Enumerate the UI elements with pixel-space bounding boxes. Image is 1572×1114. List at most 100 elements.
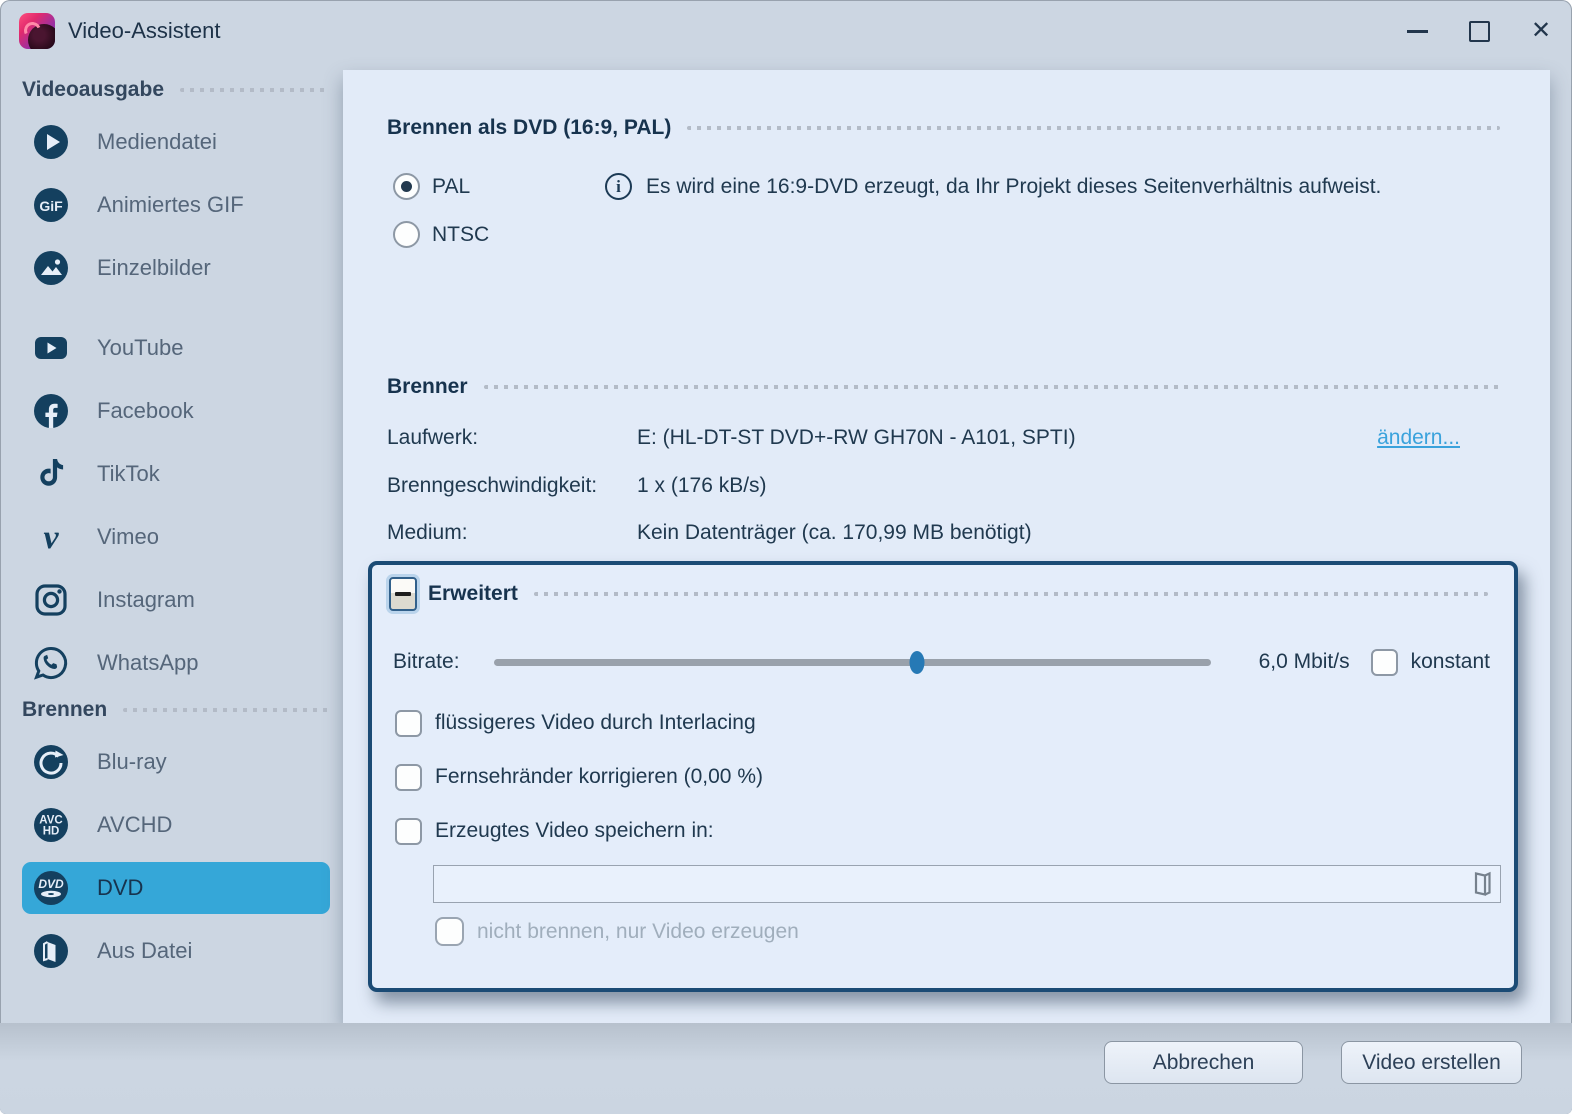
burner-section-header: Brenner — [387, 375, 1500, 399]
svg-text:GiF: GiF — [39, 198, 63, 214]
aspect-info: i Es wird eine 16:9-DVD erzeugt, da Ihr … — [605, 173, 1381, 200]
sidebar-item-label: DVD — [97, 875, 143, 901]
sidebar-item-label: AVCHD — [97, 812, 172, 838]
avchd-icon: AVCHD — [32, 806, 70, 844]
minimize-icon — [1407, 30, 1428, 33]
interlacing-option-row: flüssigeres Video durch Interlacing — [395, 696, 1490, 750]
sidebar-item-dvd[interactable]: DVD DVD — [22, 862, 330, 914]
sidebar-item-instagram[interactable]: Instagram — [0, 568, 343, 631]
tv-borders-option-row: Fernsehränder korrigieren (0,00 %) — [395, 750, 1490, 804]
create-video-button[interactable]: Video erstellen — [1341, 1041, 1522, 1084]
maximize-button[interactable] — [1448, 0, 1510, 62]
no-burn-label: nicht brennen, nur Video erzeugen — [477, 920, 799, 944]
sidebar-item-label: WhatsApp — [97, 650, 199, 676]
sidebar-item-label: Mediendatei — [97, 129, 217, 155]
slider-track[interactable] — [494, 659, 1211, 666]
info-text: Es wird eine 16:9-DVD erzeugt, da Ihr Pr… — [646, 175, 1381, 199]
constant-checkbox[interactable] — [1371, 649, 1398, 676]
sidebar-item-tiktok[interactable]: TikTok — [0, 442, 343, 505]
bitrate-row: Bitrate: 6,0 Mbit/s konstant — [393, 643, 1490, 681]
sidebar-item-label: Blu-ray — [97, 749, 167, 775]
svg-text:HD: HD — [43, 825, 60, 837]
dotted-divider — [687, 126, 1500, 130]
constant-label: konstant — [1411, 650, 1490, 674]
bitrate-slider[interactable] — [494, 643, 1211, 681]
tiktok-icon — [32, 455, 70, 493]
save-video-option-row: Erzeugtes Video speichern in: — [395, 804, 1490, 858]
no-burn-checkbox[interactable] — [435, 917, 464, 946]
youtube-icon — [32, 329, 70, 367]
minus-icon — [395, 592, 411, 596]
sidebar-item-label: TikTok — [97, 461, 160, 487]
collapse-button[interactable] — [389, 577, 417, 611]
advanced-panel: Erweitert Bitrate: 6,0 Mbit/s konstant f… — [368, 561, 1518, 992]
sidebar-item-label: Aus Datei — [97, 938, 192, 964]
sidebar-item-label: YouTube — [97, 335, 183, 361]
close-icon: ✕ — [1531, 19, 1551, 43]
window-title: Video-Assistent — [68, 18, 220, 44]
sidebar-item-label: Instagram — [97, 587, 195, 613]
titlebar: Video-Assistent ✕ — [0, 0, 1572, 62]
info-icon: i — [605, 173, 632, 200]
app-logo-icon — [19, 13, 55, 49]
sidebar-item-einzelbilder[interactable]: Einzelbilder — [0, 236, 343, 299]
sidebar-item-label: Einzelbilder — [97, 255, 211, 281]
medium-label: Medium: — [387, 521, 637, 545]
sidebar-item-mediendatei[interactable]: Mediendatei — [0, 110, 343, 173]
browse-folder-icon[interactable] — [1467, 869, 1497, 899]
media-play-icon — [32, 123, 70, 161]
ntsc-radio[interactable] — [393, 221, 420, 248]
change-drive-link[interactable]: ändern... — [1377, 426, 1460, 450]
gif-icon: GiF — [32, 186, 70, 224]
tv-borders-label: Fernsehränder korrigieren (0,00 %) — [435, 765, 763, 789]
cancel-button[interactable]: Abbrechen — [1104, 1041, 1303, 1084]
interlacing-checkbox[interactable] — [395, 710, 422, 737]
sidebar-item-aus-datei[interactable]: Aus Datei — [0, 919, 343, 982]
ntsc-radio-row: NTSC — [393, 221, 489, 248]
save-video-label: Erzeugtes Video speichern in: — [435, 819, 714, 843]
close-button[interactable]: ✕ — [1510, 0, 1572, 62]
burner-section-title: Brenner — [387, 375, 468, 399]
file-icon — [32, 932, 70, 970]
save-video-checkbox[interactable] — [395, 818, 422, 845]
sidebar: Videoausgabe Mediendatei GiF Animiertes … — [0, 62, 343, 1114]
footer: Abbrechen Video erstellen — [0, 1023, 1572, 1114]
sidebar-item-label: Vimeo — [97, 524, 159, 550]
bitrate-slider-thumb[interactable] — [910, 651, 925, 674]
pal-radio-row: PAL — [393, 173, 470, 200]
sidebar-item-bluray[interactable]: Blu-ray — [0, 730, 343, 793]
facebook-icon — [32, 392, 70, 430]
app-window: Video-Assistent ✕ Videoausgabe Mediendat… — [0, 0, 1572, 1114]
save-path-field — [433, 865, 1501, 903]
save-path-input[interactable] — [434, 866, 1467, 902]
vimeo-icon: v — [32, 518, 70, 556]
speed-label: Brenngeschwindigkeit: — [387, 474, 637, 498]
maximize-icon — [1469, 21, 1490, 42]
sidebar-item-vimeo[interactable]: v Vimeo — [0, 505, 343, 568]
burn-section-header: Brennen als DVD (16:9, PAL) — [387, 116, 1500, 140]
medium-value: Kein Datenträger (ca. 170,99 MB benötigt… — [637, 521, 1032, 545]
sidebar-item-facebook[interactable]: Facebook — [0, 379, 343, 442]
drive-value: E: (HL-DT-ST DVD+-RW GH70N - A101, SPTI) — [637, 426, 1076, 450]
minimize-button[interactable] — [1386, 0, 1448, 62]
interlacing-label: flüssigeres Video durch Interlacing — [435, 711, 756, 735]
section-label: Brennen — [22, 698, 107, 722]
tv-borders-checkbox[interactable] — [395, 764, 422, 791]
speed-value: 1 x (176 kB/s) — [637, 474, 767, 498]
sidebar-item-avchd[interactable]: AVCHD AVCHD — [0, 793, 343, 856]
pal-label: PAL — [432, 175, 470, 199]
dotted-divider — [180, 88, 330, 92]
pal-radio[interactable] — [393, 173, 420, 200]
sidebar-item-label: Facebook — [97, 398, 194, 424]
sidebar-item-animiertes-gif[interactable]: GiF Animiertes GIF — [0, 173, 343, 236]
drive-row: Laufwerk: E: (HL-DT-ST DVD+-RW GH70N - A… — [387, 426, 1500, 450]
advanced-title: Erweitert — [428, 582, 518, 606]
svg-text:DVD: DVD — [38, 877, 64, 891]
speed-row: Brenngeschwindigkeit: 1 x (176 kB/s) — [387, 474, 1500, 498]
dotted-divider — [123, 708, 330, 712]
instagram-icon — [32, 581, 70, 619]
medium-row: Medium: Kein Datenträger (ca. 170,99 MB … — [387, 521, 1500, 545]
sidebar-item-youtube[interactable]: YouTube — [0, 316, 343, 379]
sidebar-item-whatsapp[interactable]: WhatsApp — [0, 631, 343, 694]
sidebar-section-videoausgabe: Videoausgabe — [22, 74, 330, 106]
